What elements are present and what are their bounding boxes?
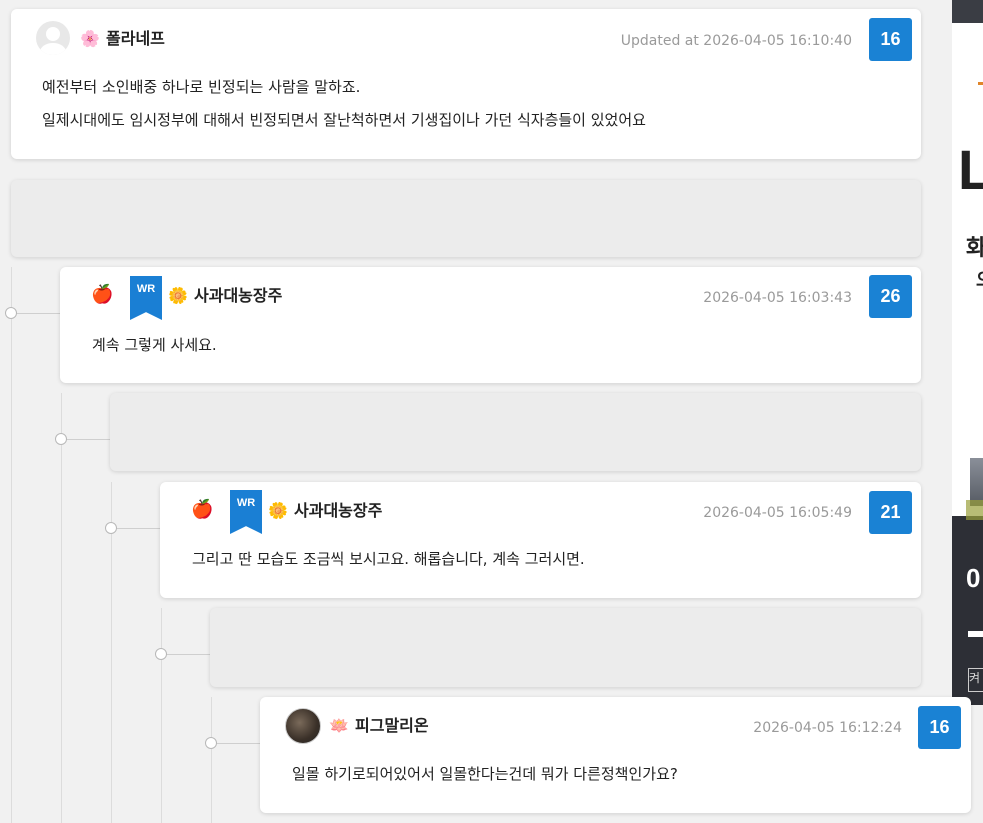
comment-count-badge[interactable]: 16 — [918, 706, 961, 749]
ad-building-image — [970, 458, 983, 506]
thread-node — [5, 307, 17, 319]
comment-nickname[interactable]: 사과대농장주 — [294, 501, 382, 521]
nickname-emoji: 🪷 — [329, 716, 349, 735]
thread-line — [61, 393, 62, 823]
comment-date: 2026-04-05 16:12:24 — [753, 720, 902, 736]
comment-text-line: 계속 그렇게 사세요. — [92, 336, 217, 354]
thread-connector — [116, 528, 160, 529]
comment-text-line: 일몰 하기로되어있어서 일몰한다는건데 뭐가 다른정책인가요? — [292, 765, 678, 783]
thread-line — [11, 267, 12, 823]
avatar[interactable] — [285, 708, 321, 744]
ad-button[interactable]: 켜 — [968, 668, 983, 692]
comment-text-line: 그리고 딴 모습도 조금씩 보시고요. 해롭습니다, 계속 그러시면. — [192, 550, 585, 568]
comment-card: 🪷 피그말리온 2026-04-05 16:12:24 16 일몰 하기로되어있… — [260, 697, 971, 813]
thread-node — [105, 522, 117, 534]
ad-headline: L — [958, 138, 983, 201]
thread-connector — [66, 439, 110, 440]
thread-line — [211, 697, 212, 823]
comment-count-badge[interactable]: 16 — [869, 18, 912, 61]
comment-nickname[interactable]: 폴라네프 — [106, 29, 165, 49]
thread-line — [161, 608, 162, 823]
thread-connector — [16, 313, 60, 314]
author-badge: WR — [230, 490, 262, 534]
comment-count-badge[interactable]: 26 — [869, 275, 912, 318]
nickname-emoji: 🌸 — [80, 29, 100, 48]
thread-node — [155, 648, 167, 660]
comment-date: 2026-04-05 16:03:43 — [703, 290, 852, 306]
comment-nickname[interactable]: 사과대농장주 — [194, 286, 282, 306]
thread-node — [55, 433, 67, 445]
thread-connector — [216, 743, 260, 744]
comment-date: Updated at 2026-04-05 16:10:40 — [620, 33, 852, 49]
author-badge: WR — [130, 276, 162, 320]
ad-dash — [968, 631, 983, 637]
comment-text-line: 일제시대에도 임시정부에 대해서 빈정되면서 잘난척하면서 기생집이나 가던 식… — [42, 111, 646, 129]
thread-connector — [166, 654, 210, 655]
avatar[interactable] — [36, 21, 70, 55]
ad-text-line1: 화 — [966, 236, 983, 261]
comment-card: 🍎 WR 🌼 사과대농장주 2026-04-05 16:05:49 21 그리고… — [160, 482, 921, 598]
nickname-emoji: 🌼 — [168, 286, 188, 305]
apple-icon: 🍎 — [91, 284, 114, 305]
comment-card: 🌸 폴라네프 Updated at 2026-04-05 16:10:40 16… — [11, 9, 921, 159]
collapsed-comment — [210, 608, 921, 687]
ad-greenery-image — [966, 500, 983, 520]
ad-header — [952, 0, 983, 23]
side-advertisement[interactable]: L 화 오 0 켜 — [952, 0, 983, 705]
thread-node — [205, 737, 217, 749]
comment-date: 2026-04-05 16:05:49 — [703, 505, 852, 521]
comment-card: 🍎 WR 🌼 사과대농장주 2026-04-05 16:03:43 26 계속 … — [60, 267, 921, 383]
collapsed-comment — [11, 180, 921, 257]
nickname-emoji: 🌼 — [268, 501, 288, 520]
collapsed-comment — [110, 393, 921, 471]
comment-count-badge[interactable]: 21 — [869, 491, 912, 534]
ad-number: 0 — [966, 563, 981, 593]
comment-nickname[interactable]: 피그말리온 — [355, 716, 429, 736]
apple-icon: 🍎 — [191, 499, 214, 520]
ad-accent-mark — [978, 82, 983, 85]
comment-text-line: 예전부터 소인배중 하나로 빈정되는 사람을 말하죠. — [42, 78, 361, 96]
ad-text-line2: 오 — [976, 266, 983, 292]
